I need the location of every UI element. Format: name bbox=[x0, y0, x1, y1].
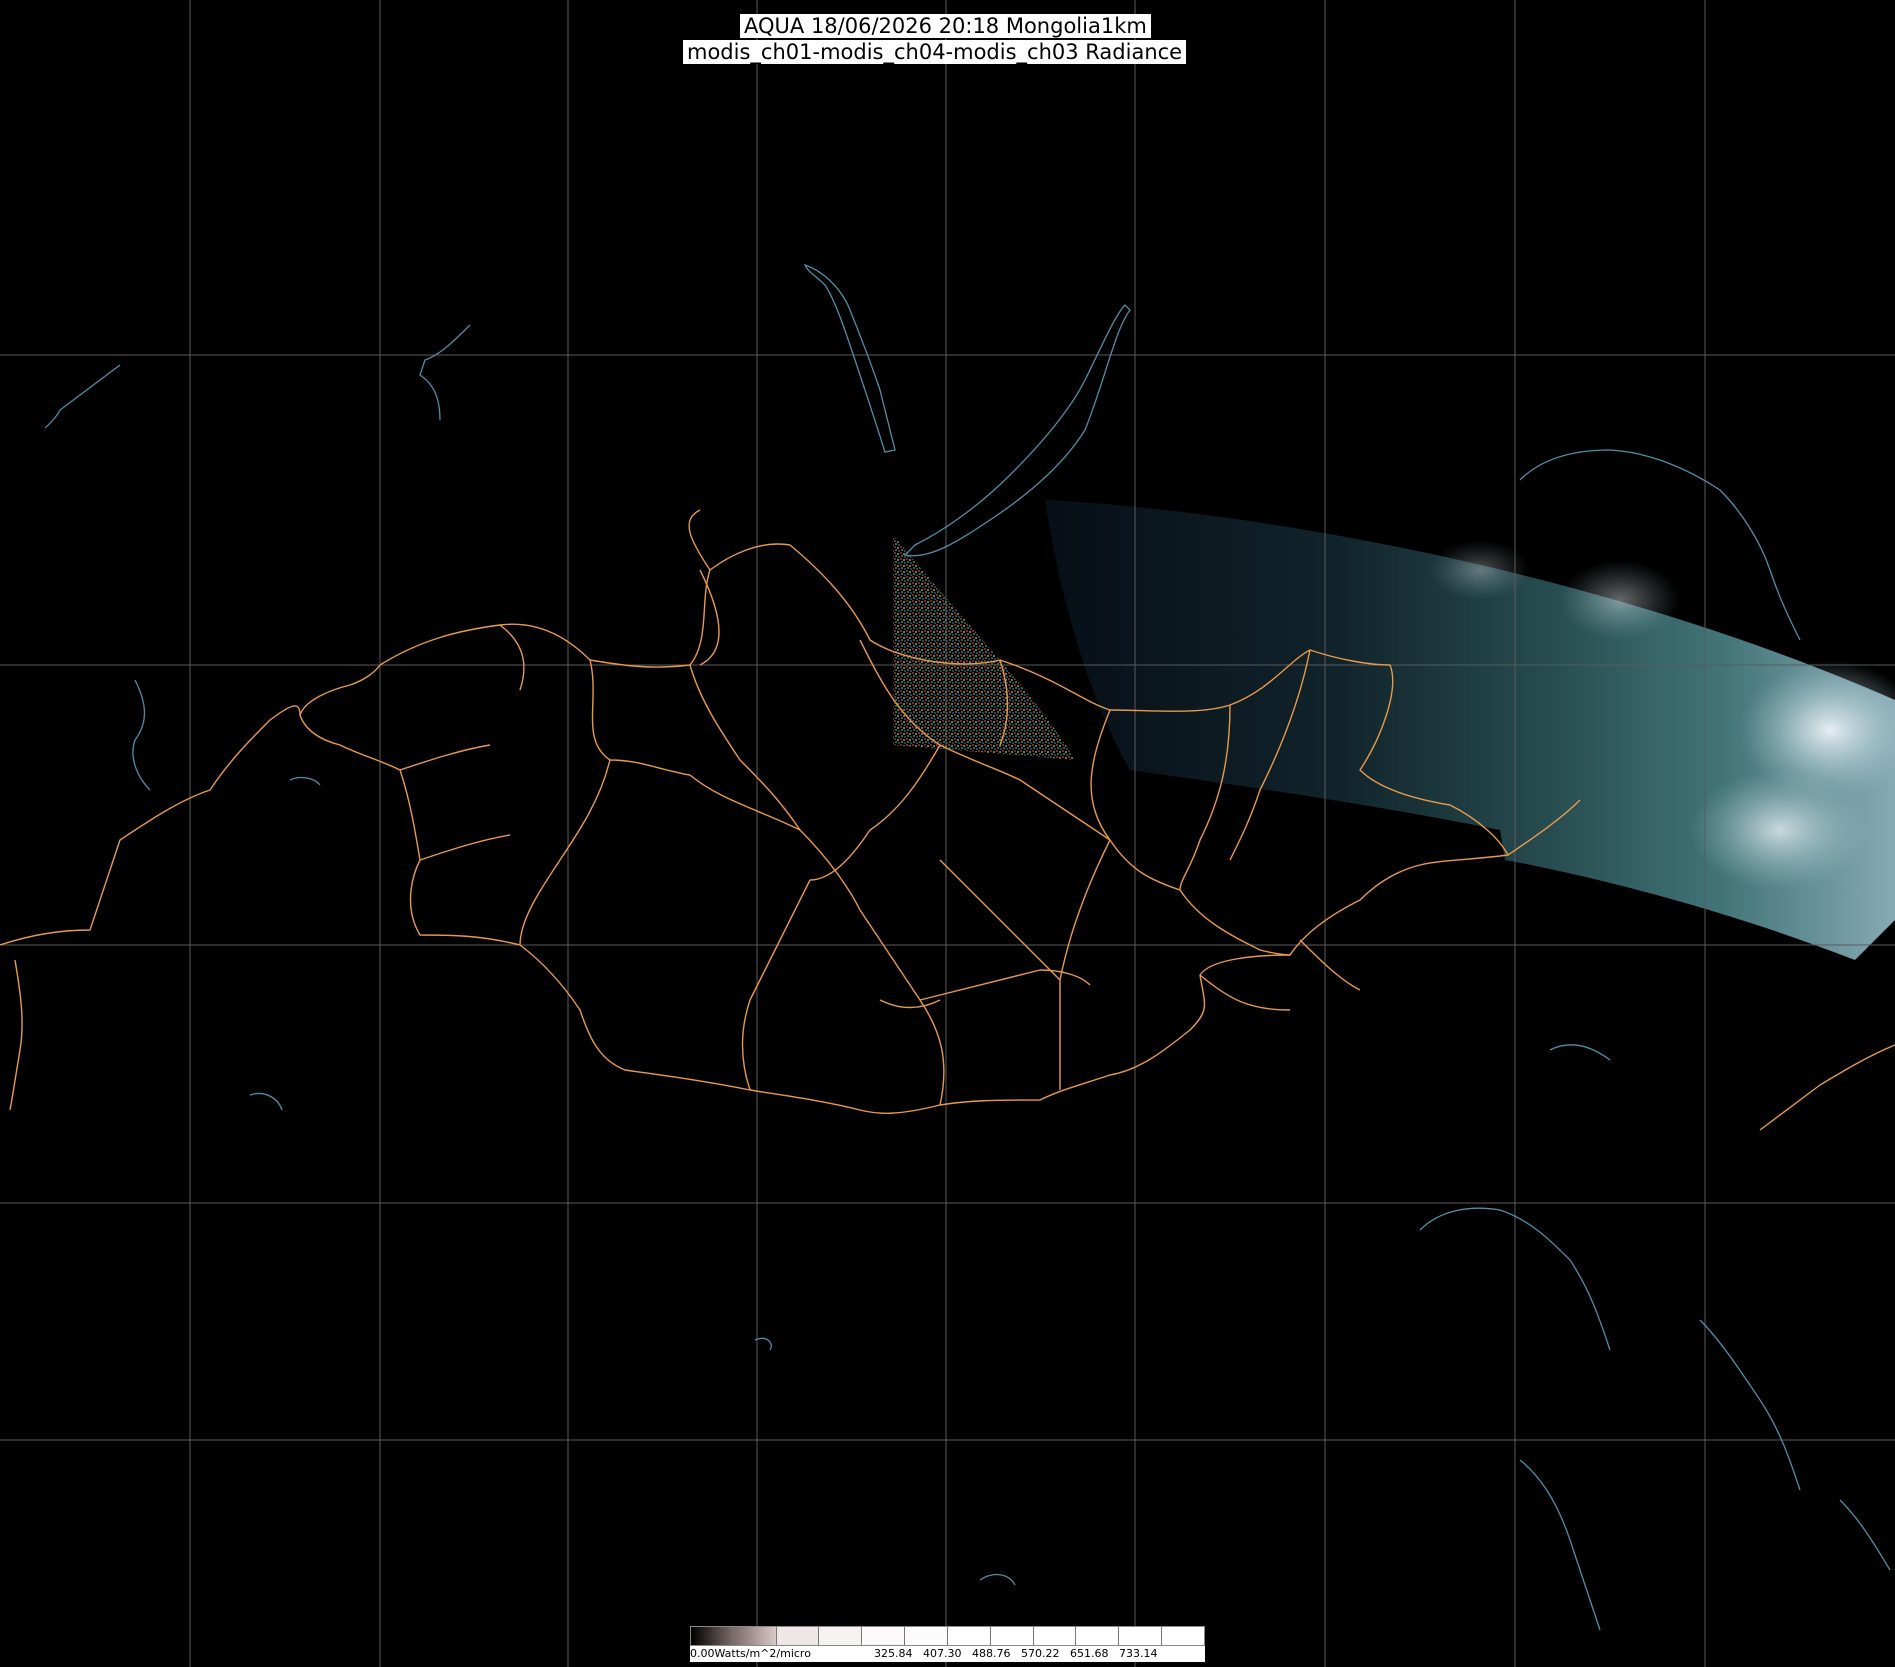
coastlines bbox=[44, 263, 1891, 1631]
satellite-map bbox=[0, 0, 1895, 1667]
map-subtitle: modis_ch01-modis_ch04-modis_ch03 Radianc… bbox=[683, 40, 1187, 64]
color-scale-labels: 0.00Watts/m^2/micro 325.84 407.30 488.76… bbox=[690, 1646, 1205, 1662]
scale-tick-label: 488.76 bbox=[972, 1647, 1011, 1660]
color-scale-bar bbox=[690, 1626, 1205, 1646]
scale-unit-label: 0.00Watts/m^2/micro bbox=[690, 1647, 811, 1660]
color-scale-legend: 0.00Watts/m^2/micro 325.84 407.30 488.76… bbox=[690, 1626, 1205, 1664]
noise-region bbox=[893, 535, 1075, 760]
map-title: AQUA 18/06/2026 20:18 Mongolia1km bbox=[740, 14, 1151, 38]
scale-tick-label: 733.14 bbox=[1119, 1647, 1158, 1660]
scale-tick-label: 407.30 bbox=[923, 1647, 962, 1660]
scale-tick-label: 570.22 bbox=[1021, 1647, 1060, 1660]
satellite-swath bbox=[1045, 500, 1895, 960]
scale-tick-label: 651.68 bbox=[1070, 1647, 1109, 1660]
scale-tick-label: 325.84 bbox=[874, 1647, 913, 1660]
